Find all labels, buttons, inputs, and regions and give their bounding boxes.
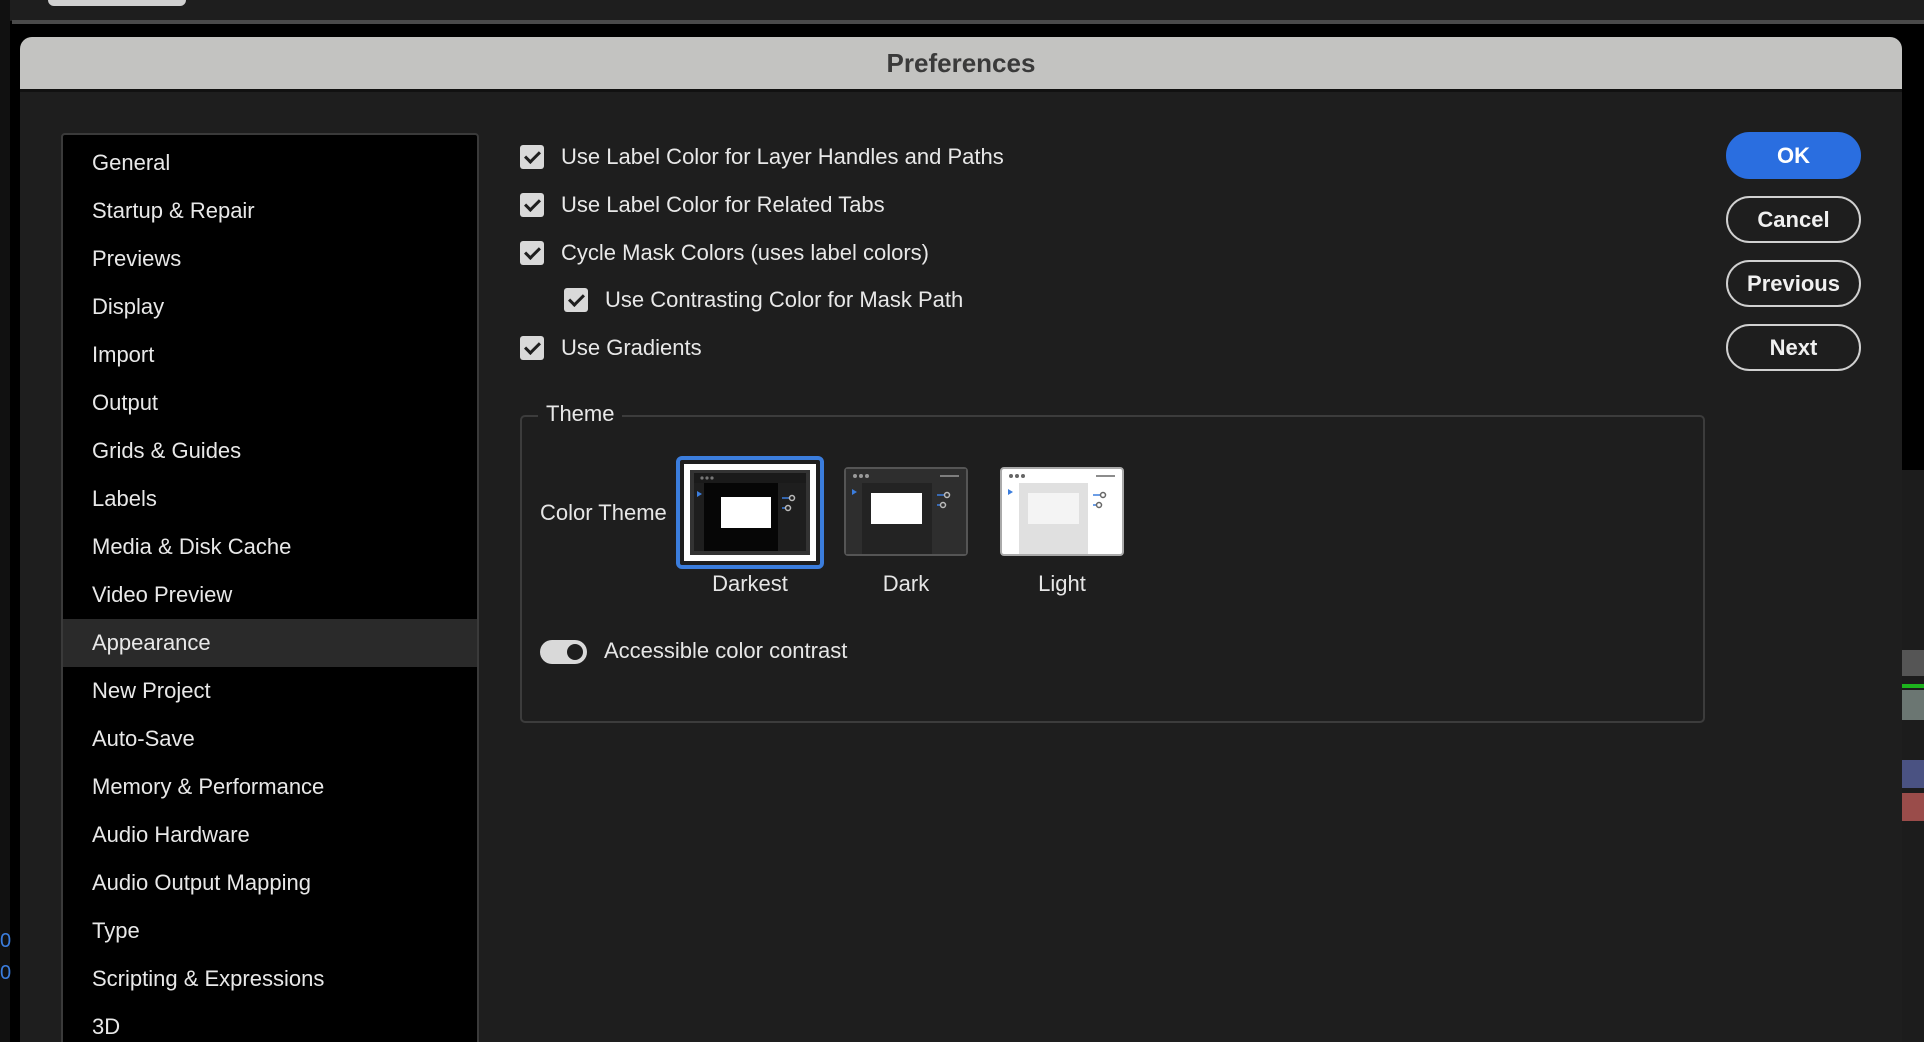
background-track — [1902, 690, 1924, 720]
theme-light-label: Light — [1038, 571, 1086, 596]
sidebar-item-grids-guides[interactable]: Grids & Guides — [63, 427, 477, 475]
checkbox-label: Use Gradients — [561, 335, 702, 360]
checkbox-cycle-mask-colors[interactable]: Cycle Mask Colors (uses label colors) — [520, 240, 929, 266]
sidebar-item-display[interactable]: Display — [63, 283, 477, 331]
background-track — [1902, 793, 1924, 821]
sidebar-item-3d[interactable]: 3D — [63, 1003, 477, 1042]
checkbox-label-color-related-tabs[interactable]: Use Label Color for Related Tabs — [520, 192, 885, 218]
sidebar-item-type[interactable]: Type — [63, 907, 477, 955]
sidebar-item-media-disk-cache[interactable]: Media & Disk Cache — [63, 523, 477, 571]
checkbox-contrasting-mask-path[interactable]: Use Contrasting Color for Mask Path — [564, 287, 963, 313]
sidebar-item-labels[interactable]: Labels — [63, 475, 477, 523]
theme-dark-thumbnail[interactable] — [844, 467, 968, 557]
accessible-contrast-label: Accessible color contrast — [604, 638, 848, 663]
divider — [12, 20, 1924, 24]
background-value: 0 — [0, 962, 12, 984]
background-value: 0 — [0, 930, 12, 952]
checkbox-label: Use Contrasting Color for Mask Path — [605, 287, 964, 312]
checkbox-label-color-layer-handles[interactable]: Use Label Color for Layer Handles and Pa… — [520, 144, 1004, 170]
background-track — [1902, 650, 1924, 676]
sidebar-item-audio-hardware[interactable]: Audio Hardware — [63, 811, 477, 859]
sidebar-item-memory-performance[interactable]: Memory & Performance — [63, 763, 477, 811]
cancel-button[interactable]: Cancel — [1726, 196, 1861, 243]
dialog-title: Preferences — [20, 37, 1902, 92]
sidebar-item-previews[interactable]: Previews — [63, 235, 477, 283]
ok-button[interactable]: OK — [1726, 132, 1861, 179]
sidebar-item-general[interactable]: General — [63, 139, 477, 187]
background-track — [1902, 760, 1924, 788]
previous-button[interactable]: Previous — [1726, 260, 1861, 307]
sidebar-item-output[interactable]: Output — [63, 379, 477, 427]
preferences-category-list[interactable]: General Startup & Repair Previews Display Im… — [61, 133, 479, 1042]
checkbox-label: Use Label Color for Related Tabs — [561, 192, 885, 217]
color-theme-label: Color Theme — [540, 500, 667, 525]
checkbox-checked-icon[interactable] — [520, 336, 544, 360]
app-tab[interactable] — [48, 0, 186, 6]
theme-darkest-thumbnail[interactable] — [676, 456, 824, 569]
sidebar-item-audio-output-mapping[interactable]: Audio Output Mapping — [63, 859, 477, 907]
theme-group-legend: Theme — [538, 401, 623, 427]
theme-darkest-label: Darkest — [712, 571, 788, 596]
checkbox-checked-icon[interactable] — [520, 241, 544, 265]
sidebar-item-appearance[interactable]: Appearance — [63, 619, 477, 667]
sidebar-item-auto-save[interactable]: Auto-Save — [63, 715, 477, 763]
checkbox-label: Cycle Mask Colors (uses label colors) — [561, 240, 929, 265]
background-panel-right — [1902, 470, 1924, 1042]
background-track — [1902, 684, 1924, 688]
checkbox-label: Use Label Color for Layer Handles and Pa… — [561, 144, 1004, 169]
theme-dark-label: Dark — [882, 571, 930, 596]
theme-light-thumbnail[interactable] — [1000, 467, 1124, 557]
accessible-contrast-toggle[interactable] — [540, 640, 587, 664]
checkbox-checked-icon[interactable] — [520, 145, 544, 169]
checkbox-checked-icon[interactable] — [520, 193, 544, 217]
sidebar-item-video-preview[interactable]: Video Preview — [63, 571, 477, 619]
sidebar-item-import[interactable]: Import — [63, 331, 477, 379]
preferences-dialog: Preferences General Startup & Repair Previ… — [20, 37, 1902, 1042]
next-button[interactable]: Next — [1726, 324, 1861, 371]
app-top-bar — [0, 0, 1924, 21]
sidebar-item-new-project[interactable]: New Project — [63, 667, 477, 715]
background-panel-left — [0, 0, 10, 1042]
checkbox-checked-icon[interactable] — [564, 288, 588, 312]
sidebar-item-scripting-expressions[interactable]: Scripting & Expressions — [63, 955, 477, 1003]
checkbox-use-gradients[interactable]: Use Gradients — [520, 335, 702, 361]
sidebar-item-startup-repair[interactable]: Startup & Repair — [63, 187, 477, 235]
